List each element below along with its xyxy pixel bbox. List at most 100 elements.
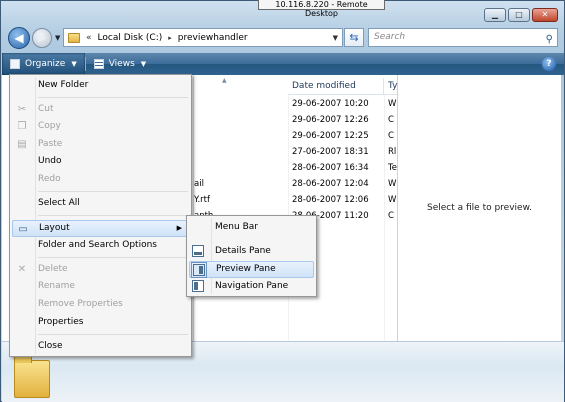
address-dropdown-icon[interactable]: ▼ <box>333 34 338 42</box>
menu-item-properties[interactable]: Properties <box>12 314 189 331</box>
file-date: 29-06-2007 12:26 <box>292 115 369 125</box>
table-row[interactable]: 29-06-2007 12:26 C <box>194 113 397 128</box>
copy-icon: ❐ <box>17 121 27 132</box>
submenu-item-details-pane-label: Details Pane <box>215 246 271 256</box>
minimize-button[interactable]: ▁ <box>484 8 506 22</box>
refresh-button[interactable]: ⇆ <box>344 28 364 47</box>
submenu-item-details-pane[interactable]: Details Pane <box>189 243 314 260</box>
minimize-icon: ▁ <box>491 10 499 19</box>
menu-item-paste[interactable]: ▤ Paste <box>12 136 189 153</box>
column-header-date-modified[interactable]: Date modified <box>288 78 384 95</box>
menu-item-copy[interactable]: ❐ Copy <box>12 118 189 135</box>
file-date: 27-06-2007 18:31 <box>292 147 369 157</box>
menu-separator <box>38 215 188 216</box>
file-date: 29-06-2007 10:20 <box>292 99 369 109</box>
submenu-item-preview-pane-label: Preview Pane <box>216 264 276 274</box>
close-button[interactable]: ✕ <box>532 8 558 22</box>
table-row[interactable]: ail 28-06-2007 12:04 W <box>194 177 397 192</box>
menu-item-rename[interactable]: Rename <box>12 278 189 295</box>
breadcrumb-local-disk[interactable]: Local Disk (C:) <box>98 33 163 43</box>
submenu-item-preview-pane[interactable]: Preview Pane <box>189 261 314 278</box>
menu-separator <box>38 334 188 335</box>
chevron-down-icon: ▼ <box>140 60 147 68</box>
recent-pages-dropdown[interactable]: ▼ <box>55 34 60 42</box>
menu-item-redo[interactable]: Redo <box>12 171 189 188</box>
file-type: C <box>388 131 394 141</box>
window-controls: ▁ □ ✕ <box>484 8 558 22</box>
details-pane-icon <box>192 245 204 257</box>
views-button[interactable]: Views ▼ <box>86 53 154 75</box>
folder-icon <box>68 32 80 43</box>
column-header-type[interactable]: Ty <box>384 78 397 95</box>
menu-item-undo[interactable]: Undo <box>12 153 189 170</box>
table-row[interactable]: 29-06-2007 10:20 W <box>194 97 397 112</box>
address-chevron[interactable]: « <box>86 33 92 43</box>
help-button[interactable]: ? <box>542 57 556 71</box>
menu-item-copy-label: Copy <box>38 121 61 131</box>
maximize-button[interactable]: □ <box>508 8 530 22</box>
menu-item-layout[interactable]: ▭ Layout ▶ <box>12 220 189 237</box>
command-toolbar: Organize ▼ Views ▼ ? <box>2 53 564 75</box>
file-list[interactable]: ▲ Date modified Ty 29-06-2007 10:20 W 29… <box>194 75 397 341</box>
menu-item-close[interactable]: Close <box>12 338 189 355</box>
menu-item-delete-label: Delete <box>38 264 68 274</box>
file-type: W <box>388 195 397 205</box>
breadcrumb-separator[interactable]: ▸ <box>168 34 172 42</box>
navigation-pane-icon <box>192 280 204 292</box>
menu-item-delete[interactable]: ✕ Delete <box>12 261 189 278</box>
maximize-icon: □ <box>515 10 523 19</box>
file-name: Y.rtf <box>194 195 210 205</box>
submenu-item-navigation-pane[interactable]: Navigation Pane <box>189 278 314 295</box>
file-type: C <box>388 115 394 125</box>
views-label: Views <box>108 59 135 69</box>
organize-label: Organize <box>25 59 66 69</box>
submenu-item-menu-bar[interactable]: Menu Bar <box>189 219 314 236</box>
forward-button[interactable]: ▶ <box>32 28 52 48</box>
delete-icon: ✕ <box>17 264 27 275</box>
forward-arrow-icon: ▶ <box>37 31 47 44</box>
preview-message: Select a file to preview. <box>427 203 532 213</box>
menu-separator <box>38 191 188 192</box>
search-input[interactable]: Search ⚲ <box>368 28 558 47</box>
search-placeholder: Search <box>374 32 406 42</box>
organize-icon <box>10 59 20 69</box>
file-date: 29-06-2007 12:25 <box>292 131 369 141</box>
search-icon[interactable]: ⚲ <box>546 31 553 48</box>
submenu-item-navigation-pane-label: Navigation Pane <box>215 281 289 291</box>
table-row[interactable]: Y.rtf 28-06-2007 12:06 W <box>194 193 397 208</box>
file-date: 28-06-2007 16:34 <box>292 163 369 173</box>
breadcrumb-previewhandler[interactable]: previewhandler <box>178 33 248 43</box>
file-type: C <box>388 211 394 221</box>
menu-item-cut-label: Cut <box>38 104 54 114</box>
organize-button[interactable]: Organize ▼ <box>2 53 85 75</box>
folder-icon <box>14 355 50 398</box>
views-icon <box>93 59 104 69</box>
file-date: 28-06-2007 12:04 <box>292 179 369 189</box>
submenu-arrow-icon: ▶ <box>176 224 182 232</box>
table-row[interactable]: 28-06-2007 16:34 Te <box>194 161 397 176</box>
remote-desktop-title[interactable]: 10.116.8.220 - Remote Desktop <box>258 0 385 18</box>
preview-pane: Select a file to preview. <box>397 75 561 341</box>
menu-item-folder-search-options[interactable]: Folder and Search Options <box>12 237 189 254</box>
file-type: W <box>388 99 397 109</box>
preview-pane-icon <box>191 262 207 278</box>
layout-icon: ▭ <box>18 224 28 235</box>
menu-item-remove-properties[interactable]: Remove Properties <box>12 296 189 313</box>
layout-submenu: Menu Bar Details Pane Preview Pane Navig… <box>186 215 317 297</box>
table-row[interactable]: 27-06-2007 18:31 Rl <box>194 145 397 160</box>
back-button[interactable]: ◀ <box>8 27 30 49</box>
file-type: Te <box>388 163 397 173</box>
menu-separator <box>38 257 188 258</box>
menu-item-new-folder[interactable]: New Folder <box>12 77 189 94</box>
help-icon: ? <box>546 59 552 69</box>
close-icon: ✕ <box>541 10 549 19</box>
file-date: 28-06-2007 12:06 <box>292 195 369 205</box>
paste-icon: ▤ <box>17 139 27 150</box>
address-bar[interactable]: « Local Disk (C:) ▸ previewhandler ▼ <box>63 28 343 47</box>
table-row[interactable]: 29-06-2007 12:25 C <box>194 129 397 144</box>
menu-item-cut[interactable]: ✂ Cut <box>12 101 189 118</box>
menu-item-select-all[interactable]: Select All <box>12 195 189 212</box>
file-type: W <box>388 179 397 189</box>
sort-indicator-icon: ▲ <box>222 77 227 84</box>
menu-item-paste-label: Paste <box>38 139 63 149</box>
